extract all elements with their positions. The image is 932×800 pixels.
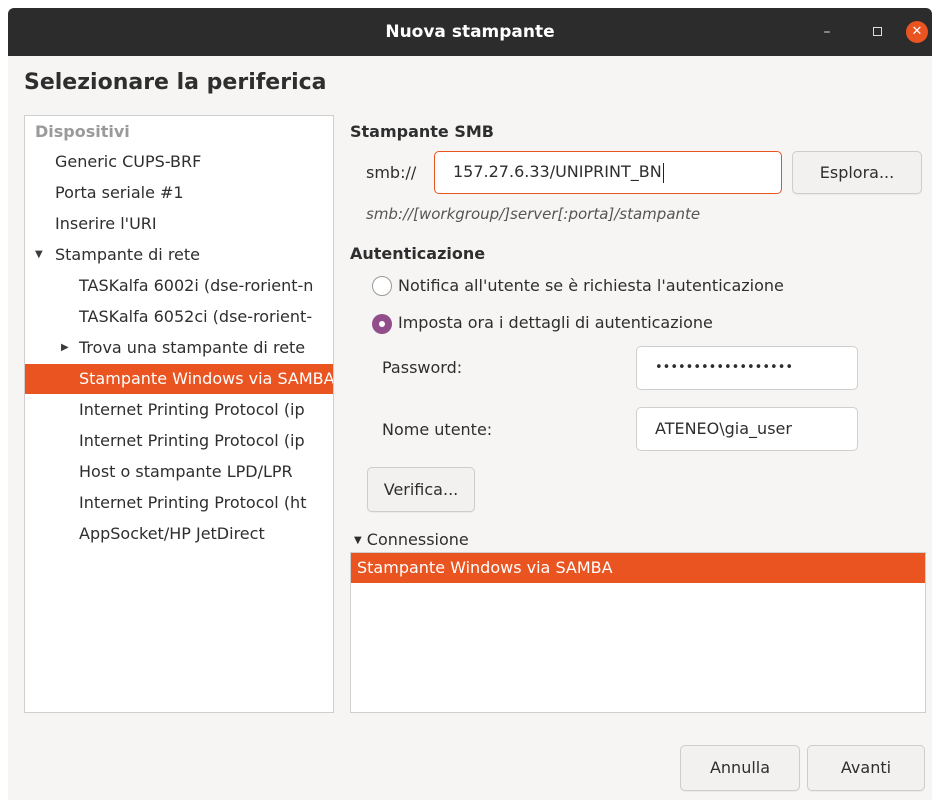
device-item-label: Stampante Windows via SAMBA [79,369,334,388]
device-item-label: Host o stampante LPD/LPR [79,462,293,481]
window-title: Nuova stampante [385,22,555,42]
browse-button[interactable]: Esplora... [792,151,922,194]
device-list-header: Dispositivi [35,122,130,141]
smb-uri-hint: smb://[workgroup/]server[:porta]/stampan… [366,205,701,223]
radio-notify-auth[interactable] [372,276,392,296]
cancel-button[interactable]: Annulla [680,745,800,791]
device-item-ipp-2[interactable]: Internet Printing Protocol (ip [25,426,333,456]
device-item-enter-uri[interactable]: Inserire l'URI [25,209,333,239]
verify-button[interactable]: Verifica... [367,467,475,512]
next-button[interactable]: Avanti [807,745,925,791]
device-item-label: Internet Printing Protocol (ip [79,431,305,450]
smb-uri-value: 157.27.6.33/UNIPRINT_BN [453,162,662,181]
device-item-label: Internet Printing Protocol (ht [79,493,307,512]
username-label: Nome utente: [382,420,493,439]
text-caret [662,162,664,183]
device-item-taskalfa-6002i[interactable]: TASKalfa 6002i (dse-rorient-n [25,271,333,301]
device-item-windows-samba[interactable]: Stampante Windows via SAMBA [25,364,334,394]
device-item-label: Trova una stampante di rete [79,338,306,357]
connection-list[interactable]: Stampante Windows via SAMBA [350,552,926,713]
device-item-ipp-https[interactable]: Internet Printing Protocol (ht [25,488,333,518]
titlebar[interactable]: Nuova stampante – ✕ [8,8,932,56]
device-item-label: Internet Printing Protocol (ip [79,400,305,419]
maximize-icon[interactable] [866,21,888,43]
expanded-triangle-icon[interactable]: ▼ [35,240,43,270]
minimize-icon[interactable]: – [816,21,838,43]
smb-prefix-label: smb:// [366,163,417,182]
device-item-label: Porta seriale #1 [55,183,184,202]
radio-notify-auth-label[interactable]: Notifica all'utente se è richiesta l'aut… [398,276,784,295]
device-item-serial-port[interactable]: Porta seriale #1 [25,178,333,208]
device-item-label: TASKalfa 6052ci (dse-rorient- [79,307,313,326]
device-item-taskalfa-6052ci[interactable]: TASKalfa 6052ci (dse-rorient- [25,302,333,332]
new-printer-dialog: Nuova stampante – ✕ Selezionare la perif… [8,8,932,800]
device-item-ipp-1[interactable]: Internet Printing Protocol (ip [25,395,333,425]
connection-title: Connessione [366,530,469,549]
collapsed-triangle-icon[interactable]: ▶ [61,333,69,363]
radio-set-auth-now-label[interactable]: Imposta ora i dettagli di autenticazione [398,313,713,332]
device-item-label: TASKalfa 6002i (dse-rorient-n [79,276,314,295]
password-field[interactable]: •••••••••••••••••• [636,346,858,390]
device-item-appsocket[interactable]: AppSocket/HP JetDirect [25,519,333,549]
device-item-label: AppSocket/HP JetDirect [79,524,265,543]
device-item-label: Generic CUPS-BRF [55,152,202,171]
expanded-triangle-icon: ▼ [354,535,362,546]
connection-item-samba[interactable]: Stampante Windows via SAMBA [351,553,925,583]
device-item-label: Inserire l'URI [55,214,157,233]
page-title: Selezionare la periferica [24,70,327,95]
password-label: Password: [382,358,463,377]
device-item-generic-cups-brf[interactable]: Generic CUPS-BRF [25,147,333,177]
device-list[interactable]: Dispositivi Generic CUPS-BRF Porta seria… [24,115,334,713]
close-icon[interactable]: ✕ [906,21,928,43]
smb-uri-input[interactable]: 157.27.6.33/UNIPRINT_BN [434,151,782,194]
device-item-find-network-printer[interactable]: ▶ Trova una stampante di rete [25,333,333,363]
device-item-label: Stampante di rete [55,245,200,264]
device-item-lpd-lpr[interactable]: Host o stampante LPD/LPR [25,457,333,487]
auth-section-title: Autenticazione [350,244,486,263]
smb-section-title: Stampante SMB [350,122,494,141]
device-item-network-printer[interactable]: ▼ Stampante di rete [25,240,333,270]
username-field[interactable]: ATENEO\gia_user [636,407,858,451]
connection-expander[interactable]: ▼ Connessione [354,530,469,549]
radio-set-auth-now[interactable] [372,314,392,334]
